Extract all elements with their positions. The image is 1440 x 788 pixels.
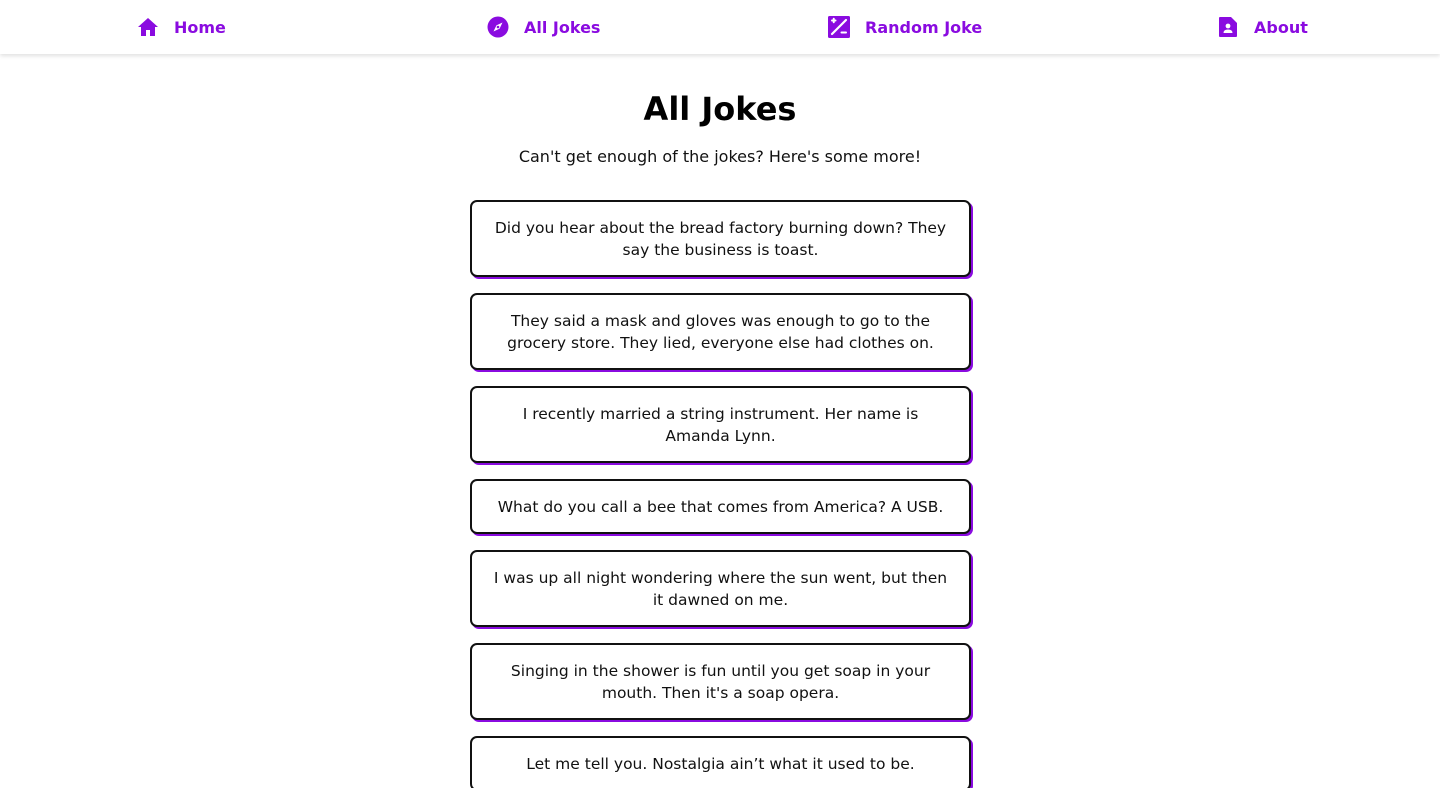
main-content: All Jokes Can't get enough of the jokes?… <box>0 54 1440 788</box>
nav-item-label: Random Joke <box>865 17 983 37</box>
compass-icon <box>486 15 510 39</box>
page-title: All Jokes <box>643 90 797 128</box>
nav-item-home[interactable]: Home <box>136 0 226 54</box>
joke-card: They said a mask and gloves was enough t… <box>470 293 971 370</box>
joke-card: Let me tell you. Nostalgia ain’t what it… <box>470 736 971 788</box>
joke-card: What do you call a bee that comes from A… <box>470 479 971 534</box>
joke-card: Did you hear about the bread factory bur… <box>470 200 971 277</box>
jokes-list: Did you hear about the bread factory bur… <box>470 200 971 788</box>
home-icon <box>136 15 160 39</box>
nav-item-random-joke[interactable]: Random Joke <box>827 0 982 54</box>
nav-item-label: Home <box>174 17 226 37</box>
contact-page-icon <box>1216 15 1240 39</box>
joke-card: Singing in the shower is fun until you g… <box>470 643 971 720</box>
page-subtitle: Can't get enough of the jokes? Here's so… <box>518 147 922 166</box>
joke-card: I was up all night wondering where the s… <box>470 550 971 627</box>
nav-item-label: All Jokes <box>524 17 601 37</box>
nav-item-all-jokes[interactable]: All Jokes <box>486 0 600 54</box>
nav-item-label: About <box>1254 17 1308 37</box>
nav-item-about[interactable]: About <box>1216 0 1308 54</box>
shuffle-icon <box>827 15 851 39</box>
joke-card: I recently married a string instrument. … <box>470 386 971 463</box>
top-navigation: Home All Jokes Random Joke About <box>0 0 1440 54</box>
